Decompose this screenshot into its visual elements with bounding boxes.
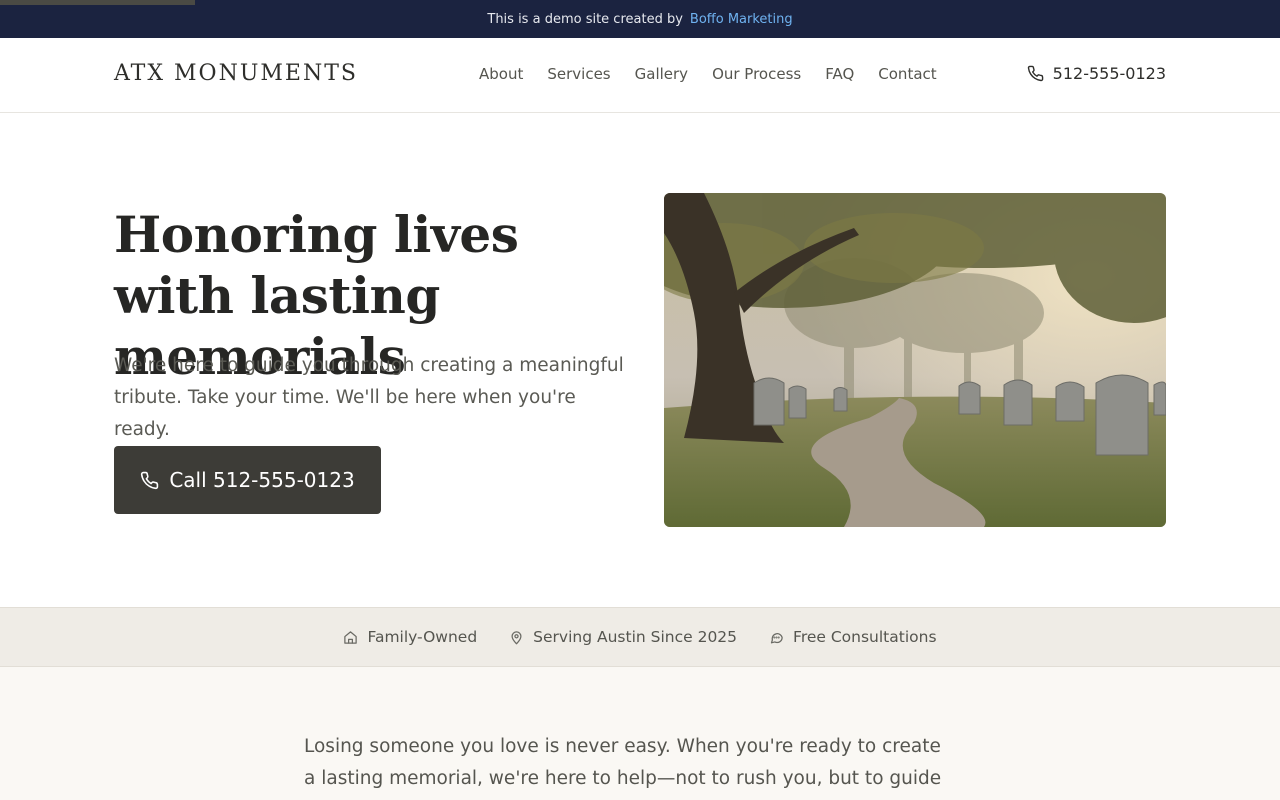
intro-text: Losing someone you love is never easy. W… [304,736,942,789]
trust-item-free-consultations: Free Consultations [769,628,937,646]
hero-subtitle: We're here to guide you through creating… [114,355,624,440]
site-logo[interactable]: ATX MONUMENTS [114,61,358,86]
phone-icon [1027,65,1043,82]
nav-gallery[interactable]: Gallery [635,65,688,83]
trust-item-serving-austin: Serving Austin Since 2025 [509,628,737,646]
call-button-label: Call 512-555-0123 [169,468,355,492]
nav-our-process[interactable]: Our Process [712,65,801,83]
call-button[interactable]: Call 512-555-0123 [114,446,381,514]
trust-label: Serving Austin Since 2025 [533,628,738,646]
boffo-marketing-link[interactable]: Boffo Marketing [690,12,793,27]
header-phone-number: 512-555-0123 [1052,64,1166,83]
nav-about[interactable]: About [479,65,523,83]
main-nav: About Services Gallery Our Process FAQ C… [479,65,937,83]
nav-services[interactable]: Services [547,65,610,83]
header-phone-link[interactable]: 512-555-0123 [1027,64,1166,83]
phone-icon [141,471,159,489]
chat-bubble-icon [770,632,783,643]
trust-item-family-owned: Family-Owned [343,628,477,646]
demo-banner: This is a demo site created by Boffo Mar… [0,0,1280,38]
intro-section: Losing someone you love is never easy. W… [0,667,1280,800]
nav-contact[interactable]: Contact [878,65,936,83]
trust-strip: Family-Owned Serving Austin Since 2025 F… [0,607,1280,667]
nav-faq[interactable]: FAQ [825,65,854,83]
demo-banner-text: This is a demo site created by [487,11,683,27]
page-progress-bar [0,0,195,5]
trust-label: Free Consultations [793,628,937,646]
trust-label: Family-Owned [367,628,478,646]
site-header: ATX MONUMENTS About Services Gallery Our… [0,38,1280,113]
home-icon [344,630,358,644]
cemetery-path-photo [664,193,1166,527]
location-pin-icon [511,630,522,644]
hero-image [664,193,1166,527]
